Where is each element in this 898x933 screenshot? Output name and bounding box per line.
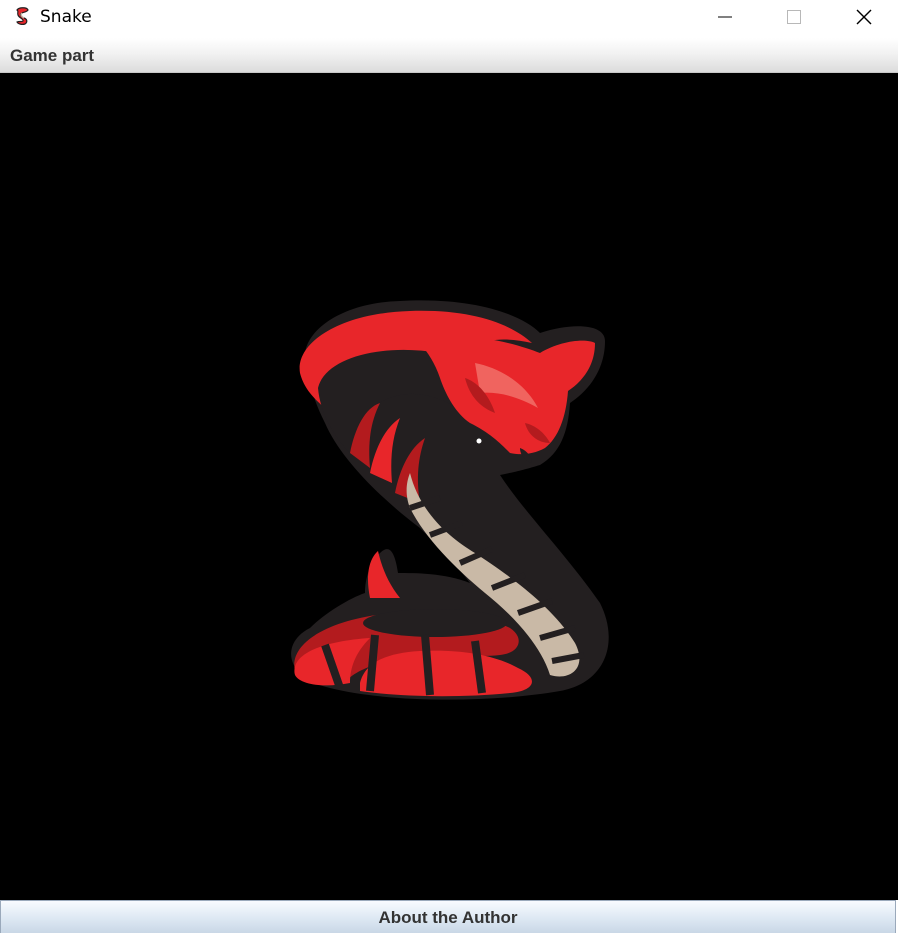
close-icon bbox=[856, 9, 872, 25]
minimize-icon bbox=[718, 16, 732, 18]
maximize-icon bbox=[787, 10, 801, 24]
maximize-button[interactable] bbox=[771, 0, 817, 34]
menu-bar: Game part bbox=[0, 38, 898, 73]
game-canvas[interactable] bbox=[0, 73, 898, 900]
menu-game-part[interactable]: Game part bbox=[10, 46, 94, 66]
snake-window: Snake Game part About the Author bbox=[0, 0, 898, 933]
about-the-author-button[interactable]: About the Author bbox=[0, 900, 896, 933]
cobra-snake-icon bbox=[16, 7, 29, 25]
close-button[interactable] bbox=[841, 0, 887, 34]
minimize-button[interactable] bbox=[702, 0, 748, 34]
window-title: Snake bbox=[40, 7, 92, 27]
cobra-snake-logo bbox=[291, 300, 609, 700]
title-bar: Snake bbox=[0, 0, 898, 34]
